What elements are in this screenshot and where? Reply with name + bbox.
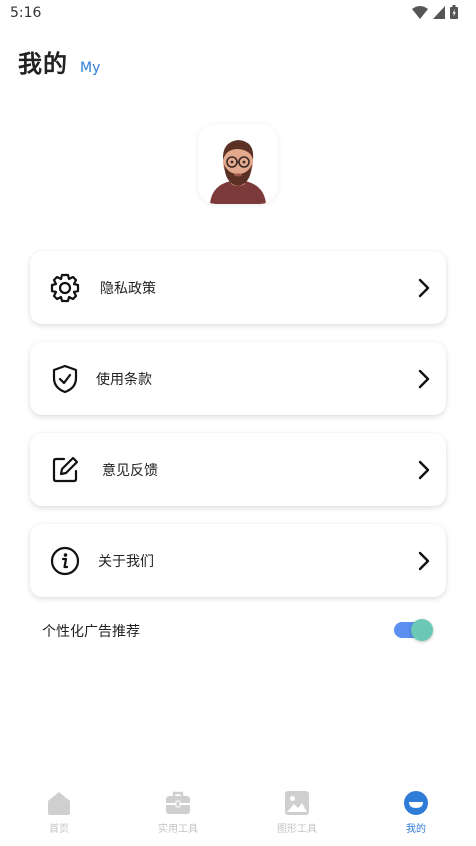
menu-item-about-us[interactable]: 关于我们 (30, 524, 446, 597)
profile-icon (404, 791, 428, 815)
status-time: 5:16 (10, 5, 42, 21)
image-icon (285, 791, 309, 815)
nav-home[interactable]: 首页 (19, 790, 99, 835)
personalized-ads-toggle[interactable] (394, 619, 433, 641)
nav-label: 首页 (49, 824, 69, 835)
wifi-icon (412, 5, 428, 19)
chevron-right-icon (418, 369, 430, 389)
battery-icon (450, 5, 458, 19)
avatar[interactable] (198, 124, 278, 204)
page-title: 我的 (18, 50, 68, 78)
nav-mine[interactable]: 我的 (376, 790, 456, 835)
nav-graphics[interactable]: 图形工具 (257, 790, 337, 835)
toggle-knob (411, 619, 433, 641)
nav-tools[interactable]: 实用工具 (138, 790, 218, 835)
nav-label: 我的 (406, 824, 426, 835)
signal-icon (433, 5, 445, 19)
edit-icon (52, 456, 79, 483)
menu-item-feedback[interactable]: 意见反馈 (30, 433, 446, 506)
status-icons (412, 5, 458, 19)
bottom-nav: 首页 实用工具 图形工具 我的 (0, 780, 476, 846)
toolbox-icon (166, 791, 190, 814)
shield-check-icon (52, 364, 78, 394)
home-icon (48, 792, 70, 815)
menu-label: 隐私政策 (100, 281, 156, 297)
personalized-ads-label: 个性化广告推荐 (42, 624, 140, 640)
nav-label: 实用工具 (158, 824, 198, 835)
avatar-image (198, 124, 278, 204)
menu-item-terms-of-use[interactable]: 使用条款 (30, 342, 446, 415)
menu-item-privacy-policy[interactable]: 隐私政策 (30, 251, 446, 324)
page-subtitle: My (80, 60, 101, 76)
info-icon (50, 546, 80, 576)
chevron-right-icon (418, 551, 430, 571)
menu-label: 意见反馈 (102, 463, 158, 479)
gear-icon (50, 273, 80, 303)
chevron-right-icon (418, 460, 430, 480)
nav-label: 图形工具 (277, 824, 317, 835)
status-bar: 5:16 (0, 0, 476, 26)
menu-label: 使用条款 (96, 372, 152, 388)
page-header: 我的 My (18, 44, 100, 79)
menu-label: 关于我们 (98, 554, 154, 570)
personalized-ads-row: 个性化广告推荐 (42, 618, 433, 642)
chevron-right-icon (418, 278, 430, 298)
